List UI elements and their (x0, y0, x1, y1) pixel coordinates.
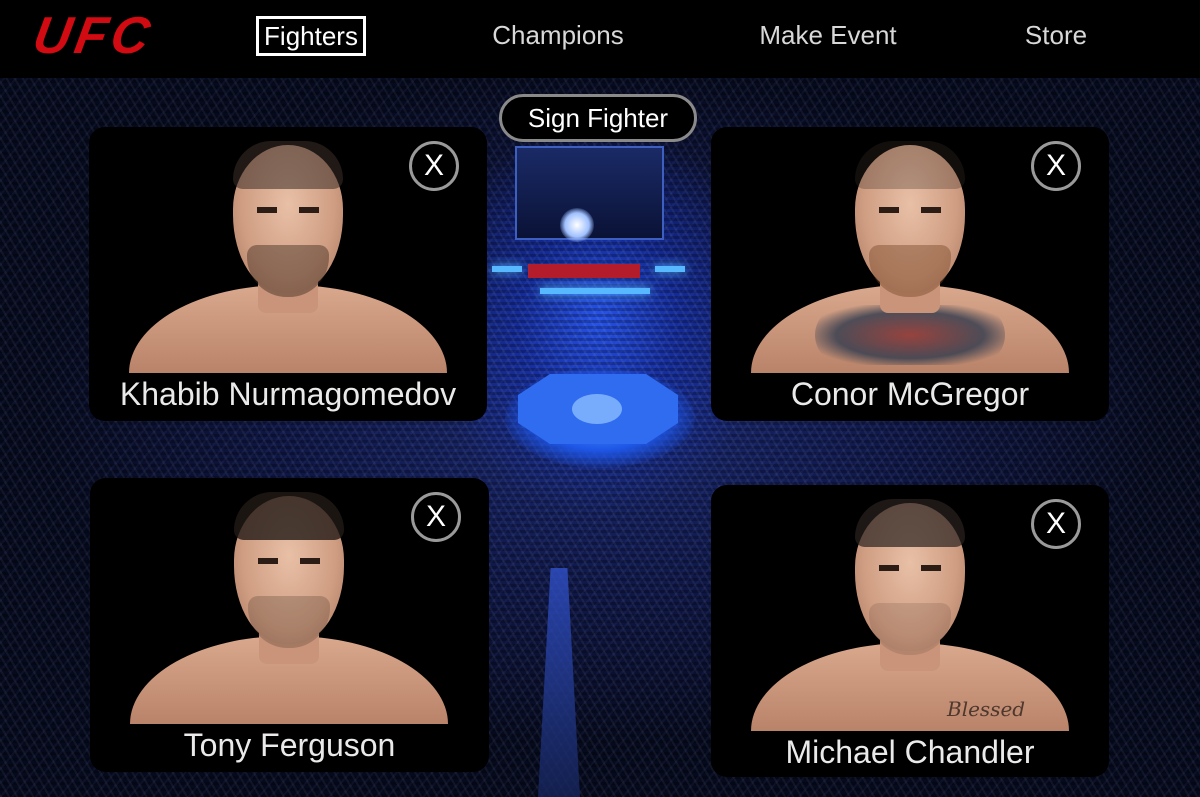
fighter-name: Khabib Nurmagomedov (119, 376, 457, 412)
fighter-name: Michael Chandler (785, 734, 1035, 770)
fighter-card[interactable]: Conor McGregor X (711, 127, 1109, 421)
fighter-photo (751, 133, 1069, 373)
fighter-card[interactable]: Blessed Michael Chandler X (711, 485, 1109, 777)
fighter-name: Conor McGregor (790, 376, 1030, 412)
nav-make-event[interactable]: Make Event (748, 16, 908, 56)
nav-store[interactable]: Store (1014, 16, 1098, 56)
remove-fighter-button[interactable]: X (1031, 499, 1081, 549)
nav-fighters[interactable]: Fighters (256, 16, 366, 56)
remove-fighter-button[interactable]: X (409, 141, 459, 191)
fighter-name: Tony Ferguson (183, 727, 396, 763)
scoreboard-screen (560, 208, 594, 242)
fighter-card[interactable]: Khabib Nurmagomedov X (89, 127, 487, 421)
fighter-photo (129, 133, 447, 373)
arena-light (655, 266, 685, 272)
scoreboard-banner (528, 264, 640, 278)
sign-fighter-button[interactable]: Sign Fighter (499, 94, 697, 142)
arena-light (492, 266, 522, 272)
fighter-photo: Blessed (751, 491, 1069, 731)
fighter-card[interactable]: Tony Ferguson X (90, 478, 489, 772)
octagon-logo (572, 394, 622, 424)
nav-champions[interactable]: Champions (480, 16, 636, 56)
arena-light (540, 288, 650, 294)
top-nav: UFC Fighters Champions Make Event Store (0, 0, 1200, 78)
ufc-logo[interactable]: UFC (29, 7, 161, 65)
tattoo-text: Blessed (947, 697, 1026, 721)
fighter-photo (130, 484, 448, 724)
chest-tattoo (815, 305, 1005, 365)
remove-fighter-button[interactable]: X (1031, 141, 1081, 191)
remove-fighter-button[interactable]: X (411, 492, 461, 542)
